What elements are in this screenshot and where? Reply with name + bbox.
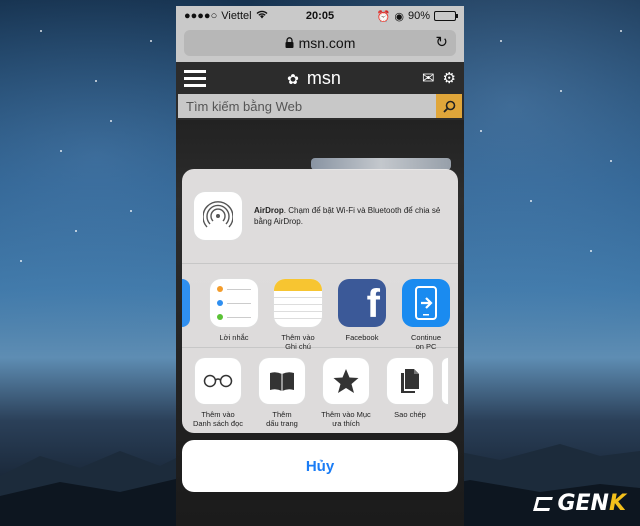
rotation-lock-icon: ◉ [394,10,404,23]
wifi-icon [256,10,268,22]
airdrop-row[interactable]: AirDrop. Chạm để bật Wi-Fi và Bluetooth … [182,169,458,264]
continue-on-pc-icon [402,279,450,327]
share-app-facebook[interactable]: f Facebook [330,279,394,342]
star-icon [323,358,369,404]
share-app-label: Continue on PC [410,333,442,351]
action-add-favorites[interactable]: Thêm vào Mục ưa thích [314,358,378,428]
reload-icon[interactable]: ↻ [435,33,448,51]
action-label: Thêm dấu trang [266,410,298,428]
msn-logo[interactable]: ✿ msn [206,68,422,89]
action-add-bookmark[interactable]: Thêm dấu trang [250,358,314,428]
lock-icon [285,35,294,51]
share-sheet: AirDrop. Chạm để bật Wi-Fi và Bluetooth … [182,169,458,433]
share-app-label: Thêm vào Ghi chú [281,333,315,351]
action-label: Thêm vào Danh sách đọc [192,410,244,428]
share-actions-row: Thêm vào Danh sách đọc Thêm dấu trang Th… [182,348,458,433]
url-text: msn.com [298,35,356,51]
genk-watermark-logo: GEN K [533,491,626,516]
msn-header: ✿ msn ✉ ⚙ [176,62,464,94]
battery-percent: 90% [407,10,430,22]
action-copy[interactable]: Sao chép [378,358,442,419]
glasses-icon [195,358,241,404]
copy-icon [387,358,433,404]
web-search-input[interactable] [178,94,436,118]
share-app-notes[interactable]: Thêm vào Ghi chú [266,279,330,351]
share-app-label: Lời nhắc [219,333,249,342]
airdrop-icon [194,192,242,240]
action-label: Thêm vào Mục ưa thích [321,410,371,428]
partial-app-icon[interactable] [182,279,190,327]
share-app-continue-on-pc[interactable]: Continue on PC [394,279,458,351]
action-label: Sao chép [394,410,426,419]
mail-icon[interactable]: ✉ [422,69,435,87]
airdrop-description: AirDrop. Chạm để bật Wi-Fi và Bluetooth … [254,206,441,226]
butterfly-icon: ✿ [287,70,299,87]
partial-action-icon[interactable] [442,358,448,404]
msn-search-bar [176,94,464,120]
carrier-name: Viettel [221,10,252,22]
alarm-icon: ⏰ [376,10,391,23]
share-app-reminders[interactable]: Lời nhắc [202,279,266,342]
cancel-button[interactable]: Hủy [182,440,458,492]
book-icon [259,358,305,404]
search-icon[interactable] [436,94,462,118]
address-bar[interactable]: msn.com ↻ [184,30,456,56]
notes-icon [274,279,322,327]
gear-icon[interactable]: ⚙ [443,69,456,87]
share-app-label: Facebook [345,333,379,342]
battery-icon [434,11,458,21]
facebook-icon: f [338,279,386,327]
status-bar: ●●●●○ Viettel 20:05 ⏰ ◉ 90% [176,6,464,26]
reminders-icon [210,279,258,327]
status-time: 20:05 [305,10,335,22]
hamburger-menu-icon[interactable] [184,69,206,87]
share-apps-row: Lời nhắc Thêm vào Ghi chú f Facebook Con… [182,264,458,351]
signal-icon: ●●●●○ [184,10,218,22]
address-bar-container: msn.com ↻ [176,26,464,62]
action-reading-list[interactable]: Thêm vào Danh sách đọc [186,358,250,428]
